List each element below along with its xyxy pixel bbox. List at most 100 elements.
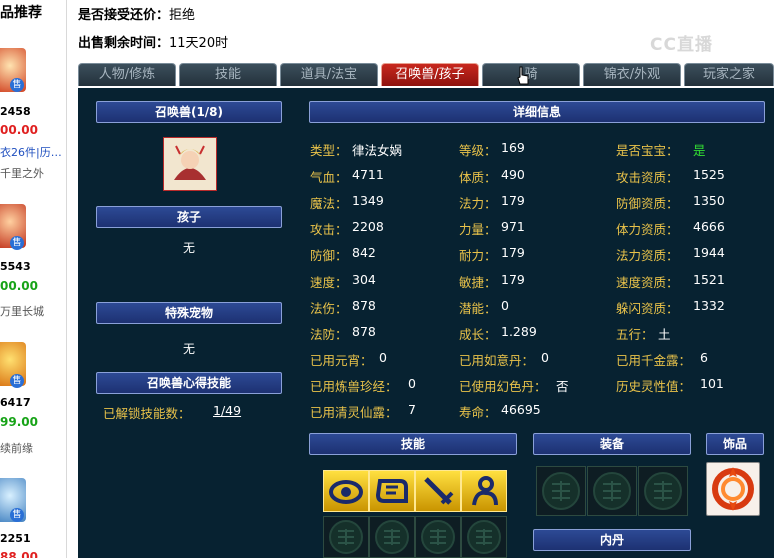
listing-id: 6417 [0,396,31,409]
stat-label: 攻击资质： [616,170,679,185]
stat-label: 五行： [616,327,654,342]
skill-slot[interactable] [369,470,415,512]
time-label: 出售剩余时间： [78,36,170,51]
stat-label: 速度资质： [616,275,679,290]
sale-badge: 售 [10,78,24,92]
stat-label: 体质： [459,170,497,185]
stat-label: 已用炼兽珍经： [310,379,398,394]
empty-slot-emblem-icon [593,472,631,510]
listing-price: 00.00 [0,123,38,137]
stat-value: 1332 [693,298,725,313]
stat-value: 304 [352,272,376,287]
stat-value: 4666 [693,219,725,234]
listing-price: 99.00 [0,415,38,429]
empty-skill-slot[interactable] [369,516,415,558]
time-value: 11天20时 [169,36,229,51]
stat-label: 气血： [310,170,348,185]
equip-slot[interactable] [536,466,586,516]
stat-value: 1349 [352,193,384,208]
listing-server: 续前缘 [0,442,33,455]
stat-label: 法伤： [310,301,348,316]
empty-slot-emblem-icon [421,520,455,554]
skill-slot[interactable] [461,470,507,512]
skills-header: 技能 [309,433,517,455]
stat-label: 敏捷： [459,275,497,290]
listing-server: 千里之外 [0,167,44,180]
stat-label: 防御资质： [616,196,679,211]
empty-skill-slot[interactable] [461,516,507,558]
listing-price: 00.00 [0,279,38,293]
stat-label: 成长： [459,327,497,342]
scroll-skill-icon [375,479,408,503]
stat-label: 法力资质： [616,248,679,263]
empty-slot-emblem-icon [375,520,409,554]
stat-label: 是否宝宝： [616,143,679,158]
stat-value: 律法女娲 [352,143,403,158]
stat-label: 速度： [310,275,348,290]
sidebar-title: 品推荐 [0,5,42,21]
ornament-slot[interactable] [706,462,760,516]
stat-label: 等级： [459,143,497,158]
empty-skill-slot[interactable] [415,516,461,558]
equip-slot[interactable] [638,466,688,516]
stat-value: 是 [693,143,706,158]
stat-value: 842 [352,245,376,260]
stat-value: 0 [379,350,387,365]
child-value: 无 [183,241,196,255]
tab-outfits[interactable]: 锦衣/外观 [583,63,681,86]
listing-server: 万里长城 [0,305,44,318]
unlock-value[interactable]: 1/49 [213,403,241,418]
skill-slot[interactable] [415,470,461,512]
stat-label: 已用如意丹： [459,353,535,368]
empty-slot-emblem-icon [467,520,501,554]
sale-badge: 售 [10,236,24,250]
detail-header: 详细信息 [309,101,765,123]
bargain-value: 拒绝 [169,8,196,23]
stat-label: 寿命： [459,405,497,420]
tab-summons[interactable]: 召唤兽/孩子 [381,63,479,86]
neidan-header: 内丹 [533,529,691,551]
empty-slot-emblem-icon [542,472,580,510]
flame-ornament-icon [712,467,754,511]
tab-mounts[interactable]: 骑 [482,63,580,86]
stat-label: 类型： [310,143,348,158]
stat-label: 已用千金露： [616,353,692,368]
stat-value: 否 [556,379,569,394]
equip-slot[interactable] [587,466,637,516]
stat-label: 防御： [310,248,348,263]
stat-value: 1.289 [501,324,537,339]
stat-label: 体力资质： [616,222,679,237]
stat-value: 6 [700,350,708,365]
special-pet-header: 特殊宠物 [96,302,282,324]
stat-value: 土 [658,327,671,342]
sword-skill-icon [424,477,454,505]
stat-value: 1521 [693,272,725,287]
tab-items[interactable]: 道具/法宝 [280,63,378,86]
stream-watermark: CC直播 [650,35,713,55]
listing-id: 5543 [0,260,31,273]
eye-skill-icon [329,480,363,504]
empty-skill-slot[interactable] [323,516,369,558]
summon-avatar-icon [164,138,216,190]
stat-label: 已使用幻色丹： [459,379,547,394]
stat-label: 历史灵性值： [616,379,692,394]
listing-id: 2251 [0,532,31,545]
stat-value: 179 [501,245,525,260]
stat-value: 101 [700,376,724,391]
time-row: 出售剩余时间：11天20时 [78,32,228,51]
mouse-cursor-icon [517,66,529,85]
ornament-header: 饰品 [706,433,764,455]
recommend-sidebar: 品推荐 售 2458 00.00 衣26件|历… 千里之外 售 5543 00.… [0,0,67,558]
tab-home[interactable]: 玩家之家 [684,63,774,86]
summon-portrait[interactable] [163,137,217,191]
tab-character[interactable]: 人物/修炼 [78,63,176,86]
bargain-row: 是否接受还价：拒绝 [78,4,195,23]
stat-value: 4711 [352,167,384,182]
skill-slot[interactable] [323,470,369,512]
skill-insight-header: 召唤兽心得技能 [96,372,282,394]
listing-desc[interactable]: 衣26件|历… [0,144,62,160]
stat-value: 1525 [693,167,725,182]
stat-value: 0 [408,376,416,391]
stat-value: 1944 [693,245,725,260]
tab-skills[interactable]: 技能 [179,63,277,86]
